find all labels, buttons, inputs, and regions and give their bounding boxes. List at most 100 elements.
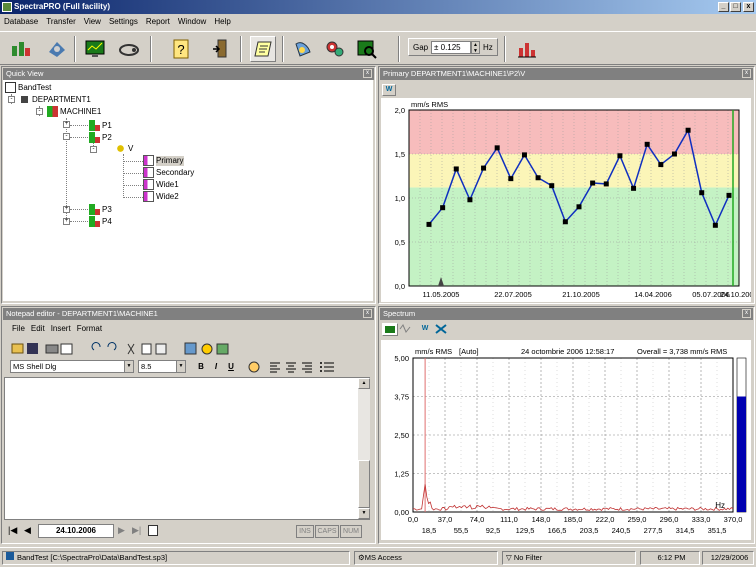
y-tick-label: 5,00 (394, 354, 409, 363)
database-icon[interactable] (8, 36, 34, 62)
maximize-button[interactable]: □ (730, 2, 741, 12)
notepad-menu-edit[interactable]: Edit (31, 324, 45, 333)
minimize-button[interactable]: _ (718, 2, 729, 12)
panel-close-icon[interactable]: x (742, 309, 751, 318)
tree-band-wide2[interactable]: Wide2 (143, 191, 179, 202)
collapse-icon[interactable]: - (63, 133, 70, 140)
tree-point-p3[interactable]: P3 (89, 204, 112, 215)
scroll-up-icon[interactable]: ▲ (358, 378, 370, 389)
prev-record-icon[interactable]: ◀ (24, 525, 31, 536)
y-tick-label: 2,0 (395, 106, 405, 115)
close-button[interactable]: x (743, 2, 754, 12)
menu-help[interactable]: Help (210, 14, 234, 30)
status-bar: BandTest [C:\SpectraPro\Data\BandTest.sp… (0, 547, 756, 567)
wave-icon[interactable]: W (418, 323, 432, 336)
notepad-text-area[interactable] (4, 377, 370, 520)
monitor-icon[interactable] (82, 36, 108, 62)
trend-point (631, 185, 637, 191)
menu-window[interactable]: Window (174, 14, 210, 30)
collapse-icon[interactable]: - (8, 96, 15, 103)
y-tick-label: 1,0 (395, 194, 405, 203)
bold-button[interactable]: B (194, 360, 208, 374)
new-note-icon[interactable] (148, 525, 158, 536)
panel-close-icon[interactable]: x (742, 69, 751, 78)
menu-database[interactable]: Database (0, 14, 42, 30)
x-tick-label: 111,0 (500, 515, 518, 524)
menu-report[interactable]: Report (142, 14, 174, 30)
zoom-chart-icon[interactable] (354, 36, 380, 62)
last-record-icon[interactable]: ▶| (132, 525, 141, 536)
tree-machine[interactable]: MACHINE1 (47, 106, 101, 117)
gap-input[interactable]: ± 0.125 (431, 41, 471, 54)
vertical-scrollbar[interactable]: ▲ ▼ (358, 378, 370, 519)
notepad-toolbar-icons (11, 342, 229, 355)
notepad-menu-format[interactable]: Format (77, 324, 102, 333)
font-select[interactable]: MS Shell Dlg ▼ (10, 360, 134, 373)
x-axis-unit: Hz (715, 501, 725, 510)
x-tick-label: 92,5 (486, 526, 501, 535)
collapse-icon[interactable]: - (90, 146, 97, 153)
trend-point (658, 162, 664, 168)
tree-root[interactable]: BandTest (5, 82, 51, 93)
tree-point-p2[interactable]: P2 (89, 132, 112, 143)
panel-close-icon[interactable]: x (363, 309, 372, 318)
transfer-icon[interactable] (44, 36, 70, 62)
trend-point (494, 145, 500, 151)
next-record-icon[interactable]: ▶ (118, 525, 125, 536)
tree-point-p4[interactable]: P4 (89, 216, 112, 227)
trend-point (699, 190, 705, 196)
y-axis-unit: mm/s RMS (415, 347, 452, 356)
collapse-icon[interactable]: - (36, 108, 43, 115)
tree-band-wide1[interactable]: Wide1 (143, 179, 179, 190)
x-tick-label: 74,0 (470, 515, 485, 524)
scroll-down-icon[interactable]: ▼ (358, 508, 370, 519)
gap-spinner[interactable]: ▲ ▼ (471, 41, 480, 54)
cursor-tool-icon[interactable] (434, 323, 448, 336)
trend-point (521, 152, 527, 158)
menu-transfer[interactable]: Transfer (42, 14, 80, 30)
route-icon[interactable] (290, 36, 316, 62)
x-tick-label: 11.05.2005 (423, 290, 460, 299)
y-tick-label: 1,5 (395, 150, 405, 159)
tree-direction-v[interactable]: V (115, 143, 133, 154)
align-icons[interactable] (246, 360, 366, 374)
menu-settings[interactable]: Settings (105, 14, 142, 30)
main-toolbar: ? (0, 31, 756, 65)
trend-point (508, 176, 514, 182)
exit-door-icon[interactable] (208, 36, 234, 62)
report-chart-icon[interactable] (514, 36, 540, 62)
spectrum-chart: 0,001,252,503,755,000,0 37,0 74,0 111,0 148,… (394, 347, 747, 535)
trend-point (453, 166, 459, 172)
gears-icon[interactable] (322, 36, 348, 62)
tree-department[interactable]: DEPARTMENT1 (19, 94, 91, 105)
trend-point (440, 205, 446, 211)
notepad-menu-file[interactable]: File (12, 324, 25, 333)
first-record-icon[interactable]: |◀ (8, 525, 17, 536)
notepad-icon[interactable] (250, 36, 276, 62)
trend-point (535, 175, 541, 181)
tree-point-p1[interactable]: P1 (89, 120, 112, 131)
tree-band-primary[interactable]: Primary (143, 155, 184, 166)
probe-icon[interactable] (116, 36, 142, 62)
wave-icon[interactable]: W (382, 84, 396, 96)
expand-icon[interactable]: + (63, 206, 70, 213)
x-tick-label: 277,5 (644, 526, 663, 535)
x-tick-label: 22.07.2005 (494, 290, 532, 299)
file-icon (6, 552, 14, 560)
status-path: BandTest [C:\SpectraPro\Data\BandTest.sp… (2, 551, 350, 565)
panel-close-icon[interactable]: x (363, 69, 372, 78)
expand-icon[interactable]: + (63, 121, 70, 128)
help-icon[interactable]: ? (168, 36, 194, 62)
waveform-view-icon[interactable] (398, 323, 412, 336)
scroll-thumb[interactable] (358, 460, 370, 508)
notepad-menu-insert[interactable]: Insert (51, 324, 71, 333)
trend-point (644, 141, 650, 147)
tree-band-secondary[interactable]: Secondary (143, 167, 194, 178)
spectrum-view-icon[interactable] (382, 323, 398, 336)
menu-view[interactable]: View (80, 14, 105, 30)
italic-button[interactable]: I (209, 360, 223, 374)
expand-icon[interactable]: + (63, 218, 70, 225)
trend-point (481, 165, 487, 171)
underline-button[interactable]: U (224, 360, 238, 374)
font-size-select[interactable]: 8.5 ▼ (138, 360, 186, 373)
